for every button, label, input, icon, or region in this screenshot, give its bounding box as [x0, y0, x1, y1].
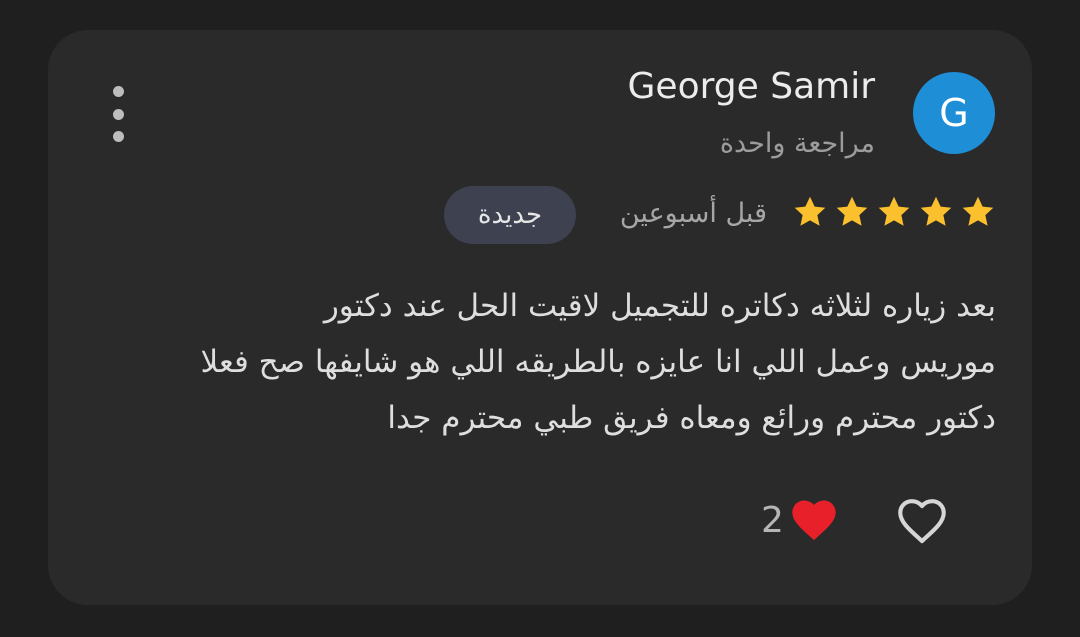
more-dot-icon — [112, 86, 124, 97]
more-dot-icon — [112, 108, 124, 120]
new-badge-label: جديدة — [477, 200, 543, 230]
avatar-initial: G — [939, 91, 969, 135]
star-icon — [878, 196, 910, 226]
star-icon — [920, 196, 952, 226]
review-time: قبل أسبوعين — [619, 198, 767, 229]
star-icon — [794, 196, 826, 226]
review-text-line: بعد زياره لثلاثه دكاتره للتجميل لاقيت ال… — [323, 288, 996, 324]
new-badge: جديدة — [444, 186, 576, 244]
reaction-summary[interactable]: 2 — [761, 494, 840, 546]
red-heart-icon — [792, 500, 836, 541]
review-text: بعد زياره لثلاثه دكاتره للتجميل لاقيت ال… — [66, 278, 996, 446]
like-button[interactable] — [891, 492, 953, 550]
more-dot-icon — [112, 131, 124, 142]
star-icon — [836, 196, 868, 226]
avatar[interactable]: G — [913, 72, 995, 154]
review-text-line: دكتور محترم ورائع ومعاه فريق طبي محترم ج… — [387, 400, 996, 436]
reaction-count: 2 — [761, 499, 784, 541]
reviewer-review-count: مراجعة واحدة — [719, 128, 875, 159]
reviewer-name[interactable]: George Samir — [628, 66, 875, 107]
star-rating — [792, 194, 996, 230]
review-card: George Samir مراجعة واحدة G قبل أسبوعين … — [48, 30, 1032, 605]
star-icon — [962, 196, 994, 226]
more-options-button[interactable] — [100, 86, 136, 142]
review-text-line: موريس وعمل اللي انا عايزه بالطريقه اللي … — [200, 344, 996, 380]
heart-outline-icon — [898, 499, 946, 544]
